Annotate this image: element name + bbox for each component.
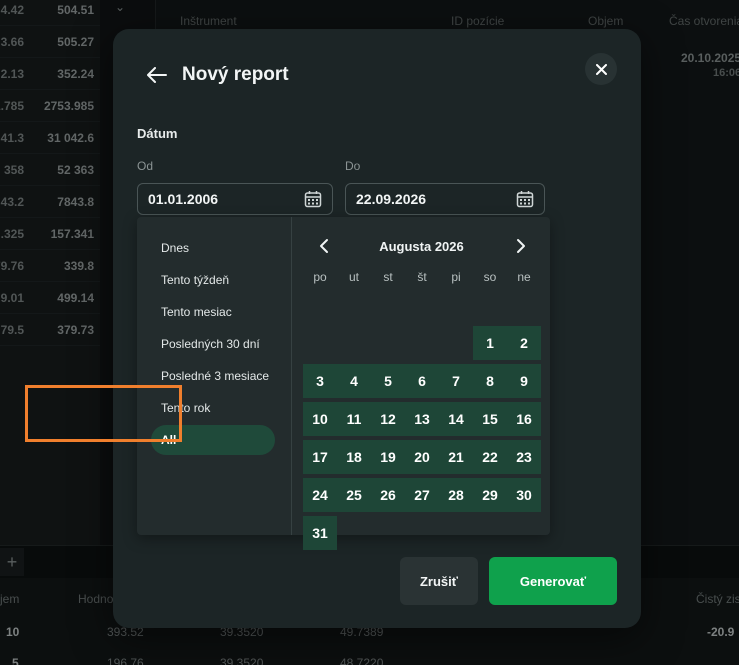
calendar-day[interactable]: 16 — [507, 402, 541, 436]
calendar-day[interactable]: 30 — [507, 478, 541, 512]
calendar-day[interactable]: 25 — [337, 478, 371, 512]
preset-option[interactable]: Posledné 3 mesiace — [151, 361, 275, 391]
calendar-day[interactable]: 3 — [303, 364, 337, 398]
from-date-field[interactable]: 01.01.2006 — [137, 183, 333, 215]
calendar-day[interactable]: 31 — [303, 516, 337, 550]
calendar-day[interactable]: 19 — [371, 440, 405, 474]
new-report-dialog: Nový report Dátum Od Do 01.01.2006 22.09… — [113, 29, 641, 628]
back-button[interactable] — [144, 62, 170, 88]
generate-button[interactable]: Generovať — [489, 557, 617, 605]
calendar-day[interactable]: 15 — [473, 402, 507, 436]
calendar-day[interactable]: 8 — [473, 364, 507, 398]
preset-option[interactable]: Tento týždeň — [151, 265, 275, 295]
weekday-label: št — [417, 270, 427, 284]
dialog-title: Nový report — [182, 64, 289, 85]
close-icon — [595, 63, 607, 75]
calendar-day[interactable]: 7 — [439, 364, 473, 398]
calendar-day[interactable]: 20 — [405, 440, 439, 474]
calendar-day[interactable]: 13 — [405, 402, 439, 436]
chevron-right-icon — [517, 239, 525, 253]
calendar-day[interactable]: 21 — [439, 440, 473, 474]
weekday-label: po — [313, 270, 327, 284]
calendar-day[interactable]: 22 — [473, 440, 507, 474]
calendar-icon[interactable] — [304, 190, 322, 208]
calendar-day[interactable]: 11 — [337, 402, 371, 436]
date-range-picker: Dnes Tento týždeň Tento mesiac Posledných 3… — [137, 217, 550, 550]
calendar-day[interactable]: 17 — [303, 440, 337, 474]
close-button[interactable] — [585, 53, 617, 85]
preset-option[interactable]: All — [151, 425, 275, 455]
calendar-day[interactable]: 26 — [371, 478, 405, 512]
weekday-label: so — [483, 270, 497, 284]
preset-option[interactable]: Posledných 30 dní — [151, 329, 275, 359]
weekday-label: ne — [517, 270, 531, 284]
weekday-label: ut — [348, 270, 359, 284]
from-label: Od — [137, 159, 154, 173]
weekday-label: st — [383, 270, 393, 284]
preset-option[interactable]: Dnes — [151, 233, 275, 263]
preset-list: Dnes Tento týždeň Tento mesiac Posledných 3… — [137, 217, 292, 535]
calendar-day[interactable]: 10 — [303, 402, 337, 436]
next-month-button[interactable] — [508, 233, 534, 259]
weekday-label: pi — [451, 270, 461, 284]
calendar-day[interactable]: 12 — [371, 402, 405, 436]
calendar-day[interactable]: 9 — [507, 364, 541, 398]
calendar-day[interactable]: 1 — [473, 326, 507, 360]
arrow-left-icon — [147, 67, 167, 83]
calendar-day[interactable]: 29 — [473, 478, 507, 512]
preset-option[interactable]: Tento rok — [151, 393, 275, 423]
calendar-day[interactable]: 6 — [405, 364, 439, 398]
cancel-button[interactable]: Zrušiť — [400, 557, 478, 605]
calendar-day[interactable]: 4 — [337, 364, 371, 398]
calendar-day[interactable]: 23 — [507, 440, 541, 474]
calendar-day[interactable]: 24 — [303, 478, 337, 512]
calendar-day[interactable]: 28 — [439, 478, 473, 512]
to-label: Do — [345, 159, 361, 173]
preset-option[interactable]: Tento mesiac — [151, 297, 275, 327]
calendar-day[interactable]: 27 — [405, 478, 439, 512]
calendar-day[interactable]: 18 — [337, 440, 371, 474]
calendar-day[interactable]: 5 — [371, 364, 405, 398]
from-date-value: 01.01.2006 — [148, 191, 219, 207]
calendar-header: Augusta 2026 — [293, 217, 550, 275]
date-section-label: Dátum — [137, 126, 178, 141]
to-date-value: 22.09.2026 — [356, 191, 427, 207]
calendar-day[interactable]: 14 — [439, 402, 473, 436]
to-date-field[interactable]: 22.09.2026 — [345, 183, 545, 215]
calendar-icon[interactable] — [516, 190, 534, 208]
calendar-day[interactable]: 2 — [507, 326, 541, 360]
